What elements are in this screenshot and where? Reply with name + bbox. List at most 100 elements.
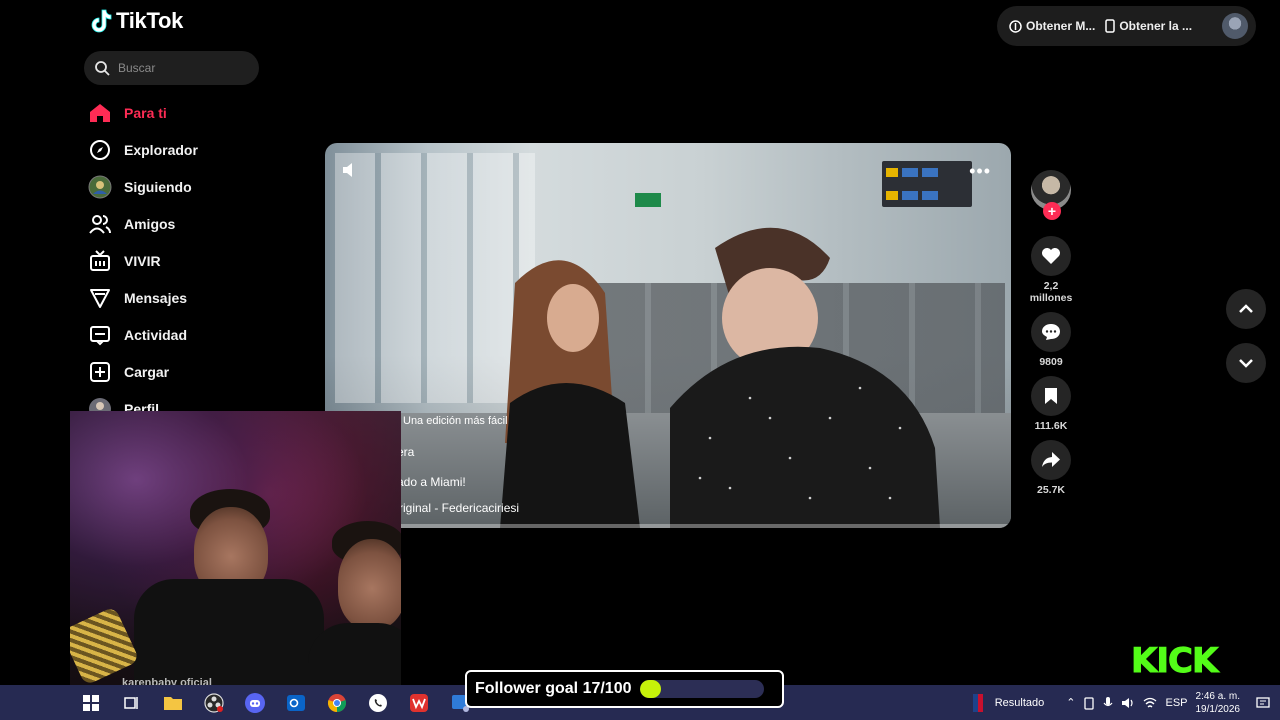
tiktok-note-icon [91, 9, 112, 33]
gate-sign [882, 161, 972, 207]
logo-text: TikTok [116, 8, 184, 33]
sidebar-item-label: VIVIR [124, 252, 161, 269]
sidebar-item-label: Cargar [124, 363, 170, 380]
windows-start-button[interactable] [70, 685, 111, 720]
sidebar-item-label: Actividad [124, 326, 188, 343]
bookmark-icon [1045, 388, 1057, 404]
webcam-person-2-torso [308, 623, 401, 686]
sidebar-item-explorador[interactable]: Explorador [88, 131, 288, 168]
webcam-overlay [70, 411, 401, 686]
task-view-icon [123, 696, 138, 709]
chevron-down-icon [1239, 359, 1253, 368]
search-icon [95, 61, 110, 76]
sidebar-item-label: Mensajes [124, 289, 188, 306]
battery-saver-icon[interactable] [1083, 696, 1095, 710]
sidebar-item-label: Amigos [124, 215, 176, 232]
video-progress-bar[interactable] [325, 524, 1011, 528]
chrome-button[interactable] [316, 685, 357, 720]
next-video-button[interactable] [1226, 343, 1266, 383]
follower-goal-bar [639, 680, 764, 698]
get-coins-button[interactable]: Obtener M... [1009, 19, 1095, 33]
file-explorer-button[interactable] [152, 685, 193, 720]
comment-button[interactable] [1031, 312, 1071, 352]
sidebar-item-label: Explorador [124, 141, 198, 158]
sidebar-item-para-ti[interactable]: Para ti [88, 94, 288, 131]
sidebar-item-actividad[interactable]: Actividad [88, 316, 288, 353]
sidebar-item-cargar[interactable]: Cargar [88, 353, 288, 390]
compass-icon [88, 138, 112, 162]
windows-logo-icon [82, 694, 99, 711]
wps-icon [409, 693, 428, 712]
user-avatar[interactable] [1222, 13, 1248, 39]
sidebar-item-label: Siguiendo [124, 178, 192, 195]
sidebar-item-amigos[interactable]: Amigos [88, 205, 288, 242]
friends-icon [88, 212, 112, 236]
live-tv-icon [88, 249, 112, 273]
microphone-tray-icon[interactable] [1103, 696, 1113, 710]
microphone-icon [70, 606, 140, 686]
comment-icon [1042, 324, 1060, 340]
outlook-icon [286, 694, 305, 711]
search-input[interactable] [118, 61, 238, 75]
home-icon [88, 101, 112, 125]
share-icon [1042, 452, 1060, 467]
whatsapp-button[interactable] [357, 685, 398, 720]
sidebar-item-siguiendo[interactable]: Siguiendo [88, 168, 288, 205]
video-player[interactable]: ••• Una edición más fácil era ado a Miam… [325, 143, 1011, 528]
obs-button[interactable] [193, 685, 234, 720]
share-count: 25.7K [1036, 484, 1066, 496]
video-actions: + 2,2 millones 9809 111.6K 25.7K [1028, 170, 1074, 496]
activity-icon [88, 323, 112, 347]
notifications-icon[interactable] [1256, 696, 1270, 710]
widget-label[interactable]: Resultado [995, 697, 1045, 709]
follower-goal-label: Follower goal 17/100 [475, 680, 632, 697]
outlook-button[interactable] [275, 685, 316, 720]
get-app-label: Obtener la ... [1119, 19, 1193, 33]
like-count: 2,2 millones [1029, 280, 1073, 304]
language-indicator[interactable]: ESP [1165, 697, 1187, 709]
sidebar-nav: Para ti Explorador Siguiendo Amigos VIVI… [88, 94, 288, 427]
caption-line-1: Una edición más fácil [403, 415, 508, 427]
chevron-up-tray-icon[interactable]: ⌃ [1066, 696, 1075, 709]
whatsapp-icon [368, 693, 387, 712]
webcam-person-2-face [338, 539, 401, 629]
webcam-person-1-torso [134, 579, 324, 686]
phone-icon [1105, 19, 1116, 33]
get-app-button[interactable]: Obtener la ... [1105, 19, 1192, 33]
upload-plus-icon [88, 360, 112, 384]
volume-icon[interactable] [341, 161, 359, 179]
exit-sign [635, 193, 661, 207]
follower-goal-widget: Follower goal 17/100 [465, 670, 784, 708]
task-view-button[interactable] [111, 685, 152, 720]
video-person-right [670, 227, 940, 528]
clock[interactable]: 2:46 a. m. 19/1/2026 [1196, 690, 1241, 716]
discord-icon [244, 692, 265, 713]
nba-icon [972, 693, 983, 712]
wps-office-button[interactable] [398, 685, 439, 720]
share-button[interactable] [1031, 440, 1071, 480]
discord-button[interactable] [234, 685, 275, 720]
like-button[interactable] [1031, 236, 1071, 276]
sidebar-item-mensajes[interactable]: Mensajes [88, 279, 288, 316]
wifi-icon[interactable] [1143, 697, 1157, 709]
sidebar-item-vivir[interactable]: VIVIR [88, 242, 288, 279]
clock-date: 19/1/2026 [1195, 703, 1241, 715]
follow-button[interactable]: + [1043, 202, 1061, 220]
sound-name[interactable]: riginal - Federicaciriesi [399, 501, 519, 515]
speaker-icon[interactable] [1121, 696, 1135, 710]
more-options-button[interactable]: ••• [969, 161, 991, 182]
sidebar-item-label: Para ti [124, 104, 167, 121]
tiktok-logo[interactable]: TikTok [90, 8, 183, 34]
previous-video-button[interactable] [1226, 289, 1266, 329]
creator-avatar[interactable]: + [1031, 170, 1071, 220]
get-coins-label: Obtener M... [1026, 19, 1096, 33]
send-icon [88, 286, 112, 310]
search-box[interactable] [84, 51, 259, 85]
save-button[interactable] [1031, 376, 1071, 416]
clock-time: 2:46 a. m. [1195, 690, 1240, 702]
following-avatar-icon [88, 175, 112, 199]
follower-goal-fill [639, 680, 661, 698]
caption-line-3: ado a Miami! [397, 475, 466, 489]
chevron-up-icon [1239, 304, 1253, 313]
comment-count: 9809 [1039, 356, 1063, 368]
